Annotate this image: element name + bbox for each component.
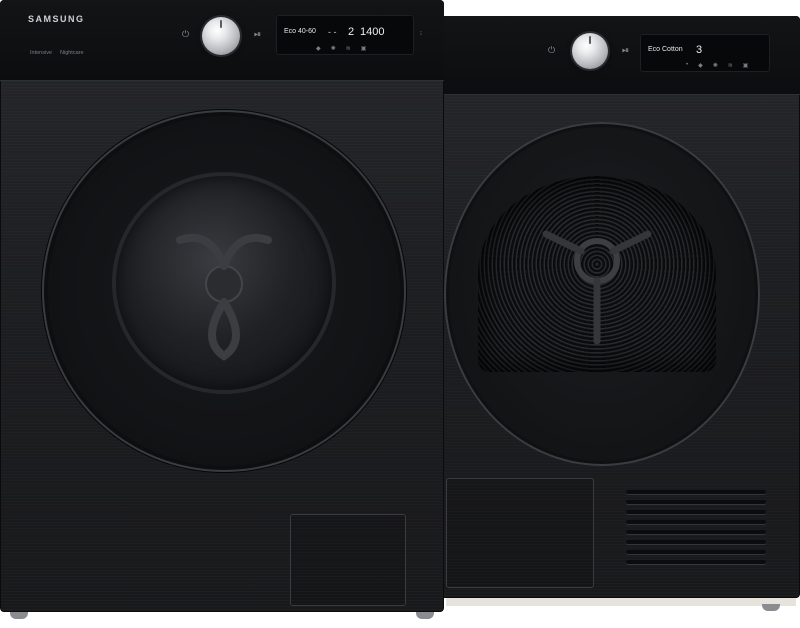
dryer-display-icons: • ◆ ✺ ≋ ▣ (686, 62, 748, 69)
dryer-plinth (446, 598, 796, 606)
washer-drop-icon: ◆ (316, 46, 321, 52)
dryer-dot-icon: • (686, 62, 689, 68)
dryer-water-tank-panel[interactable] (446, 478, 594, 588)
dryer-drum-hub (542, 230, 652, 345)
washer-filter-panel[interactable] (290, 514, 406, 606)
washer-side-icon: ⁝ (420, 31, 422, 37)
washer-sun-icon: ✺ (330, 46, 336, 52)
washer-foot-left (10, 612, 28, 619)
vent-slot (626, 490, 766, 494)
washing-machine: SAMSUNG Intensive Nightcare ⏻ ⏯ Eco 40-6… (0, 0, 446, 628)
washer-display-icons: ◆ ✺ ≋ ▣ (316, 45, 366, 52)
washer-lock-icon: ▣ (360, 46, 367, 52)
dryer-display: Eco Cotton 3 • ◆ ✺ ≋ ▣ (640, 34, 770, 72)
dryer-play-pause-icon[interactable]: ⏯ (622, 46, 629, 55)
dryer-power-icon[interactable]: ⏻ (548, 46, 555, 55)
washer-program-knob[interactable] (202, 17, 240, 55)
washer-brand-logo: SAMSUNG (28, 14, 85, 24)
dryer-drop-icon: ◆ (698, 63, 703, 69)
washer-dashes: - - (328, 27, 337, 37)
vent-slot (626, 500, 766, 504)
dryer-program-knob[interactable] (572, 33, 608, 69)
dryer-sun-icon: ✺ (712, 63, 718, 69)
dryer-air-vent (626, 490, 766, 574)
washer-play-pause-icon[interactable]: ⏯ (254, 30, 261, 39)
washer-display: Eco 40-60 - - 2 1400 ◆ ✺ ≋ ▣ (276, 15, 414, 55)
dryer-foot (762, 604, 780, 611)
vent-slot (626, 560, 766, 564)
vent-slot (626, 510, 766, 514)
washer-program-text: Eco 40-60 (284, 28, 316, 35)
dryer-lock-icon: ▣ (742, 63, 749, 69)
washer-label-nightcare: Nightcare (60, 50, 84, 56)
dryer-program-text: Eco Cotton (648, 46, 683, 53)
washer-drum-paddles (176, 233, 272, 361)
washer-wifi-icon: ≋ (345, 46, 351, 52)
vent-slot (626, 550, 766, 554)
washer-power-icon[interactable]: ⏻ (182, 30, 189, 39)
tumble-dryer: ⏻ ⏯ Eco Cotton 3 • ◆ ✺ ≋ ▣ (440, 16, 800, 612)
dryer-knob-notch (589, 36, 591, 44)
dryer-wifi-icon: ≋ (727, 63, 733, 69)
washer-foot-right (416, 612, 434, 619)
washer-knob-notch (220, 20, 222, 28)
vent-slot (626, 530, 766, 534)
washer-spin-text: 1400 (360, 26, 385, 38)
vent-slot (626, 540, 766, 544)
vent-slot (626, 520, 766, 524)
washer-label-intensive: Intensive (30, 50, 53, 56)
dryer-value-text: 3 (696, 44, 703, 56)
washer-temp-text: 2 (348, 26, 355, 38)
